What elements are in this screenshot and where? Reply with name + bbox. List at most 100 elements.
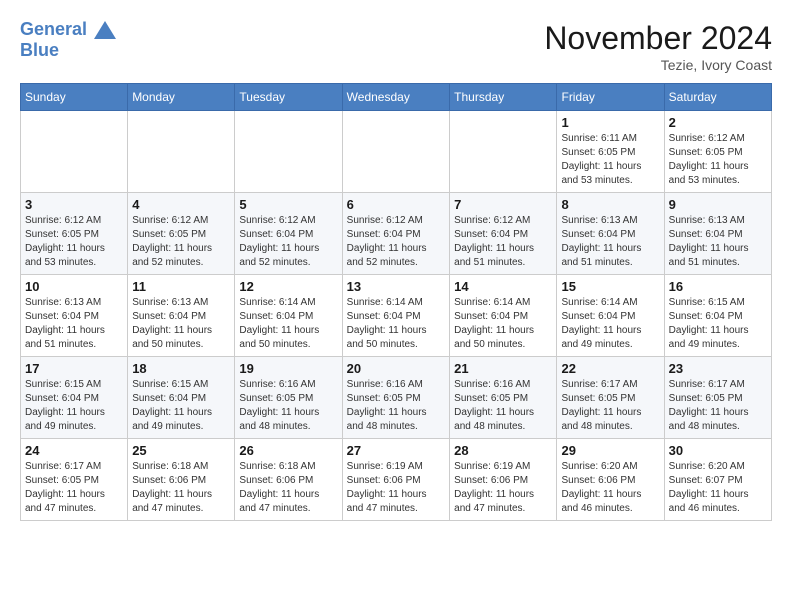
calendar-table: SundayMondayTuesdayWednesdayThursdayFrid… [20, 83, 772, 521]
calendar-cell: 15 Sunrise: 6:14 AM Sunset: 6:04 PM Dayli… [557, 275, 664, 357]
day-info: Sunrise: 6:11 AM Sunset: 6:05 PM Dayligh… [561, 132, 659, 188]
day-number: 22 [561, 361, 659, 376]
day-number: 10 [25, 279, 123, 294]
calendar-cell: 12 Sunrise: 6:14 AM Sunset: 6:04 PM Dayli… [235, 275, 342, 357]
day-info: Sunrise: 6:15 AM Sunset: 6:04 PM Dayligh… [669, 296, 767, 352]
day-number: 28 [454, 443, 552, 458]
location: Tezie, Ivory Coast [544, 57, 772, 73]
calendar-cell: 1 Sunrise: 6:11 AM Sunset: 6:05 PM Daylig… [557, 111, 664, 193]
calendar-cell: 19Sunrise: 6:16 AM Sunset: 6:05 PM Dayli… [235, 357, 342, 439]
day-info: Sunrise: 6:12 AM Sunset: 6:05 PM Dayligh… [132, 214, 230, 270]
day-info: Sunrise: 6:13 AM Sunset: 6:04 PM Dayligh… [132, 296, 230, 352]
calendar-cell: 11 Sunrise: 6:13 AM Sunset: 6:04 PM Dayli… [128, 275, 235, 357]
calendar-cell: 28Sunrise: 6:19 AM Sunset: 6:06 PM Dayli… [450, 439, 557, 521]
calendar-cell [21, 111, 128, 193]
day-info: Sunrise: 6:13 AM Sunset: 6:04 PM Dayligh… [561, 214, 659, 270]
column-header-tuesday: Tuesday [235, 84, 342, 111]
day-info: Sunrise: 6:14 AM Sunset: 6:04 PM Dayligh… [561, 296, 659, 352]
day-number: 2 [669, 115, 767, 130]
day-info: Sunrise: 6:14 AM Sunset: 6:04 PM Dayligh… [239, 296, 337, 352]
column-header-saturday: Saturday [664, 84, 771, 111]
day-info: Sunrise: 6:12 AM Sunset: 6:04 PM Dayligh… [239, 214, 337, 270]
day-number: 30 [669, 443, 767, 458]
day-info: Sunrise: 6:15 AM Sunset: 6:04 PM Dayligh… [132, 378, 230, 434]
calendar-cell: 26 Sunrise: 6:18 AM Sunset: 6:06 PM Dayli… [235, 439, 342, 521]
calendar-cell: 10 Sunrise: 6:13 AM Sunset: 6:04 PM Dayli… [21, 275, 128, 357]
day-info: Sunrise: 6:20 AM Sunset: 6:06 PM Dayligh… [561, 460, 659, 516]
logo-text: General [20, 20, 116, 40]
day-number: 11 [132, 279, 230, 294]
day-info: Sunrise: 6:19 AM Sunset: 6:06 PM Dayligh… [347, 460, 446, 516]
calendar-cell: 8Sunrise: 6:13 AM Sunset: 6:04 PM Daylig… [557, 193, 664, 275]
day-info: Sunrise: 6:18 AM Sunset: 6:06 PM Dayligh… [132, 460, 230, 516]
calendar-header-row: SundayMondayTuesdayWednesdayThursdayFrid… [21, 84, 772, 111]
day-number: 7 [454, 197, 552, 212]
day-info: Sunrise: 6:14 AM Sunset: 6:04 PM Dayligh… [347, 296, 446, 352]
calendar-cell: 14 Sunrise: 6:14 AM Sunset: 6:04 PM Dayli… [450, 275, 557, 357]
page-header: General Blue November 2024 Tezie, Ivory … [20, 20, 772, 73]
day-info: Sunrise: 6:12 AM Sunset: 6:05 PM Dayligh… [25, 214, 123, 270]
column-header-sunday: Sunday [21, 84, 128, 111]
calendar-week-row: 24Sunrise: 6:17 AM Sunset: 6:05 PM Dayli… [21, 439, 772, 521]
calendar-week-row: 17 Sunrise: 6:15 AM Sunset: 6:04 PM Dayli… [21, 357, 772, 439]
calendar-week-row: 3Sunrise: 6:12 AM Sunset: 6:05 PM Daylig… [21, 193, 772, 275]
day-number: 25 [132, 443, 230, 458]
day-number: 26 [239, 443, 337, 458]
day-number: 1 [561, 115, 659, 130]
day-number: 15 [561, 279, 659, 294]
day-info: Sunrise: 6:18 AM Sunset: 6:06 PM Dayligh… [239, 460, 337, 516]
day-info: Sunrise: 6:20 AM Sunset: 6:07 PM Dayligh… [669, 460, 767, 516]
calendar-cell: 21 Sunrise: 6:16 AM Sunset: 6:05 PM Dayli… [450, 357, 557, 439]
day-info: Sunrise: 6:13 AM Sunset: 6:04 PM Dayligh… [25, 296, 123, 352]
day-number: 17 [25, 361, 123, 376]
day-number: 12 [239, 279, 337, 294]
calendar-cell: 25 Sunrise: 6:18 AM Sunset: 6:06 PM Dayli… [128, 439, 235, 521]
column-header-thursday: Thursday [450, 84, 557, 111]
day-info: Sunrise: 6:13 AM Sunset: 6:04 PM Dayligh… [669, 214, 767, 270]
day-number: 23 [669, 361, 767, 376]
day-number: 24 [25, 443, 123, 458]
calendar-cell: 29 Sunrise: 6:20 AM Sunset: 6:06 PM Dayli… [557, 439, 664, 521]
calendar-cell: 5 Sunrise: 6:12 AM Sunset: 6:04 PM Daylig… [235, 193, 342, 275]
calendar-cell: 17 Sunrise: 6:15 AM Sunset: 6:04 PM Dayli… [21, 357, 128, 439]
day-info: Sunrise: 6:16 AM Sunset: 6:05 PM Dayligh… [239, 378, 337, 434]
day-number: 14 [454, 279, 552, 294]
calendar-week-row: 10 Sunrise: 6:13 AM Sunset: 6:04 PM Dayli… [21, 275, 772, 357]
calendar-cell [128, 111, 235, 193]
calendar-cell: 20 Sunrise: 6:16 AM Sunset: 6:05 PM Dayli… [342, 357, 450, 439]
day-info: Sunrise: 6:16 AM Sunset: 6:05 PM Dayligh… [347, 378, 446, 434]
month-title: November 2024 [544, 20, 772, 57]
calendar-cell: 27 Sunrise: 6:19 AM Sunset: 6:06 PM Dayli… [342, 439, 450, 521]
day-number: 27 [347, 443, 446, 458]
day-info: Sunrise: 6:16 AM Sunset: 6:05 PM Dayligh… [454, 378, 552, 434]
column-header-monday: Monday [128, 84, 235, 111]
calendar-cell: 4 Sunrise: 6:12 AM Sunset: 6:05 PM Daylig… [128, 193, 235, 275]
day-number: 5 [239, 197, 337, 212]
day-info: Sunrise: 6:17 AM Sunset: 6:05 PM Dayligh… [669, 378, 767, 434]
calendar-cell: 3Sunrise: 6:12 AM Sunset: 6:05 PM Daylig… [21, 193, 128, 275]
calendar-cell [235, 111, 342, 193]
calendar-cell [450, 111, 557, 193]
day-number: 4 [132, 197, 230, 212]
calendar-cell: 18 Sunrise: 6:15 AM Sunset: 6:04 PM Dayli… [128, 357, 235, 439]
calendar-cell: 23 Sunrise: 6:17 AM Sunset: 6:05 PM Dayli… [664, 357, 771, 439]
day-info: Sunrise: 6:12 AM Sunset: 6:05 PM Dayligh… [669, 132, 767, 188]
column-header-wednesday: Wednesday [342, 84, 450, 111]
calendar-cell: 22 Sunrise: 6:17 AM Sunset: 6:05 PM Dayli… [557, 357, 664, 439]
calendar-cell: 7Sunrise: 6:12 AM Sunset: 6:04 PM Daylig… [450, 193, 557, 275]
calendar-cell: 2 Sunrise: 6:12 AM Sunset: 6:05 PM Daylig… [664, 111, 771, 193]
day-number: 16 [669, 279, 767, 294]
calendar-cell: 9Sunrise: 6:13 AM Sunset: 6:04 PM Daylig… [664, 193, 771, 275]
calendar-week-row: 1 Sunrise: 6:11 AM Sunset: 6:05 PM Daylig… [21, 111, 772, 193]
logo: General Blue [20, 20, 116, 61]
day-info: Sunrise: 6:14 AM Sunset: 6:04 PM Dayligh… [454, 296, 552, 352]
day-info: Sunrise: 6:12 AM Sunset: 6:04 PM Dayligh… [347, 214, 446, 270]
calendar-cell: 16 Sunrise: 6:15 AM Sunset: 6:04 PM Dayli… [664, 275, 771, 357]
day-info: Sunrise: 6:15 AM Sunset: 6:04 PM Dayligh… [25, 378, 123, 434]
day-number: 21 [454, 361, 552, 376]
day-number: 18 [132, 361, 230, 376]
day-number: 29 [561, 443, 659, 458]
day-info: Sunrise: 6:17 AM Sunset: 6:05 PM Dayligh… [561, 378, 659, 434]
calendar-cell: 24Sunrise: 6:17 AM Sunset: 6:05 PM Dayli… [21, 439, 128, 521]
day-number: 20 [347, 361, 446, 376]
